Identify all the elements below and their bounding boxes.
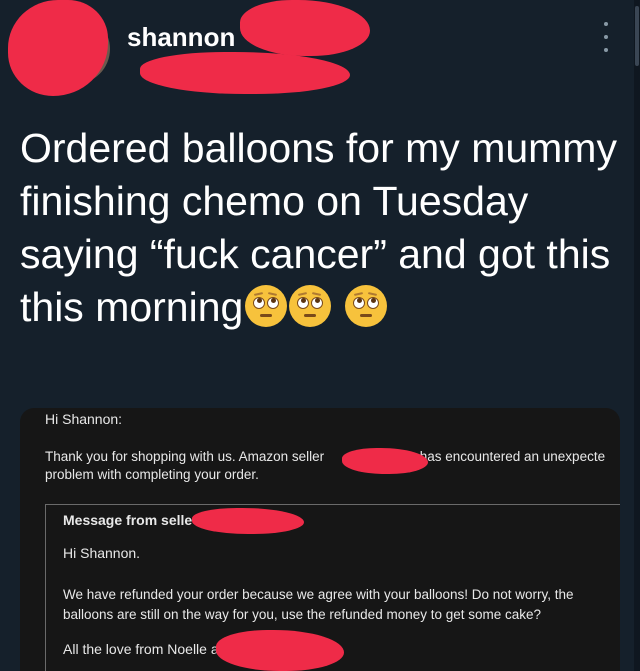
tweet-header: shannon (0, 0, 634, 110)
face-with-rolling-eyes-icon (344, 285, 387, 327)
redaction-mark (240, 0, 370, 56)
email-body-line1-part2: has encountered an unexpecte (419, 449, 606, 464)
message-greeting: Hi Shannon. (63, 545, 141, 561)
message-title: Message from selle (63, 512, 193, 528)
email-body-line2: problem with completing your order. (45, 467, 259, 482)
author-name[interactable]: shannon (127, 22, 235, 53)
redaction-mark (8, 0, 108, 96)
more-options-icon[interactable] (598, 22, 614, 52)
email-body-line1-part1: Thank you for shopping with us. Amazon s… (45, 449, 325, 464)
redaction-mark (140, 52, 350, 94)
message-signoff: All the love from Noelle a (63, 641, 219, 657)
scrollbar[interactable] (634, 0, 640, 671)
email-body: Thank you for shopping with us. Amazon s… (45, 448, 620, 484)
email-greeting: Hi Shannon: (45, 411, 123, 427)
email-screenshot[interactable]: Hi Shannon: Thank you for shopping with … (20, 408, 620, 671)
redaction-mark (192, 508, 304, 534)
redaction-mark (342, 448, 428, 474)
message-body: We have refunded your order because we a… (63, 587, 574, 622)
tweet-text: Ordered balloons for my mummy finishing … (20, 122, 620, 334)
face-with-rolling-eyes-icon (289, 285, 332, 327)
face-with-rolling-eyes-icon (245, 285, 288, 327)
redaction-mark (216, 630, 344, 671)
scrollbar-thumb[interactable] (635, 6, 639, 66)
